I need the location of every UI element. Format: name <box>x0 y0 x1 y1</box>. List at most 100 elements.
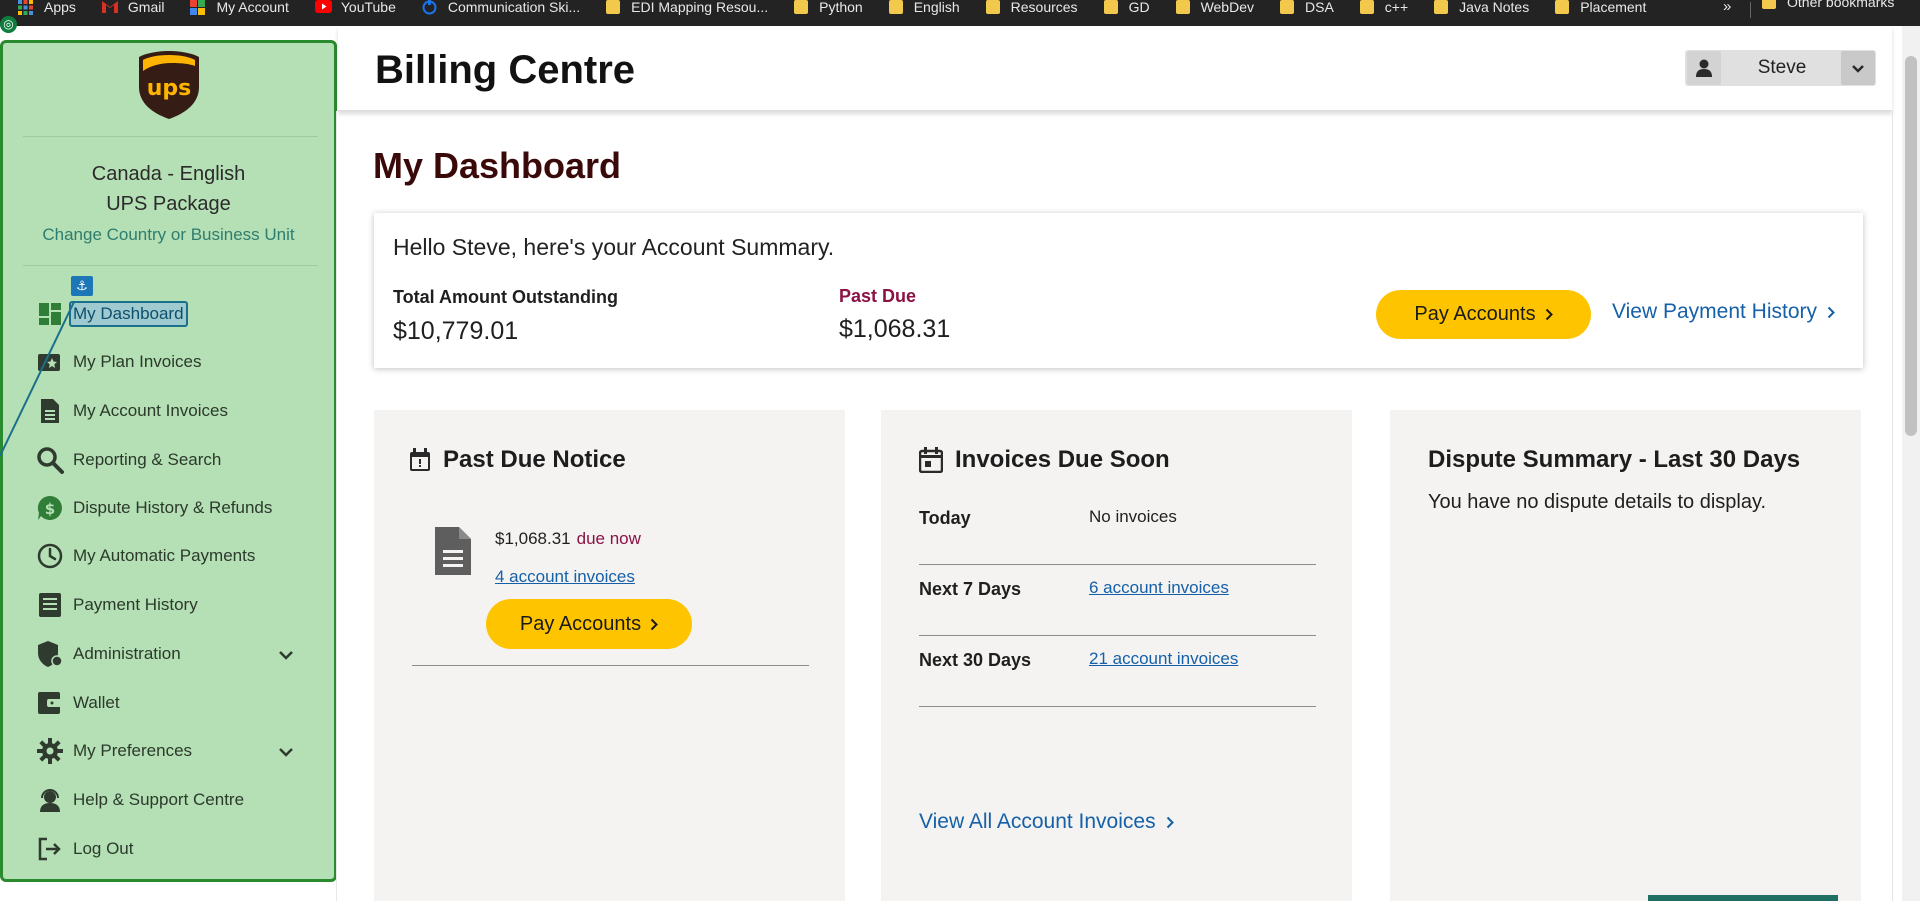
chevron-down-icon[interactable] <box>278 645 294 665</box>
bookmarks-divider <box>1750 2 1751 18</box>
due-period-invoices-link[interactable]: 21 account invoices <box>1089 649 1238 669</box>
bookmark-label: Gmail <box>127 0 165 15</box>
dashboard-title: My Dashboard <box>373 145 622 186</box>
wallet-icon <box>35 688 65 718</box>
pay-accounts-button[interactable]: Pay Accounts <box>486 599 692 649</box>
folder-icon <box>1555 0 1570 14</box>
bookmark-folder[interactable]: Placement <box>1555 0 1646 15</box>
dispute-summary-text: You have no dispute details to display. <box>1428 491 1767 513</box>
due-soon-row-today: Today No invoices <box>919 494 1316 565</box>
calendar-alert-icon <box>409 448 431 472</box>
bookmark-youtube[interactable]: YouTube <box>314 0 396 15</box>
gmail-icon <box>101 0 118 15</box>
svg-text:ups: ups <box>147 76 192 101</box>
bookmark-label: DSA <box>1305 0 1334 15</box>
ups-logo[interactable]: ups <box>136 49 202 121</box>
scrollbar-thumb[interactable] <box>1905 56 1917 436</box>
past-due-invoices-link[interactable]: 4 account invoices <box>495 567 635 587</box>
bookmark-folder[interactable]: Resources <box>985 0 1078 15</box>
headset-icon <box>35 785 65 815</box>
bookmark-label: WebDev <box>1200 0 1254 15</box>
chevron-down-icon[interactable] <box>1841 51 1875 85</box>
edu-icon <box>422 0 437 15</box>
chevron-down-icon[interactable] <box>278 742 294 762</box>
sidebar-item-my-preferences[interactable]: My Preferences <box>35 736 305 766</box>
dollar-chat-icon: $ <box>35 493 65 523</box>
due-period-invoices-link[interactable]: 6 account invoices <box>1089 578 1229 598</box>
sidebar-item-label: My Preferences <box>73 741 193 760</box>
bookmarks-overflow-button[interactable]: » <box>1723 0 1731 15</box>
locale-business-unit: UPS Package <box>106 193 231 215</box>
bookmark-folder[interactable]: DSA <box>1280 0 1334 15</box>
bookmark-gmail[interactable]: Gmail <box>101 0 165 15</box>
sidebar-divider <box>23 136 318 137</box>
bookmark-apps[interactable]: Apps <box>18 0 76 15</box>
due-period-label: Next 30 Days <box>919 650 1032 670</box>
bookmark-folder[interactable]: Python <box>794 0 863 15</box>
bookmark-communication[interactable]: Communication Ski... <box>422 0 580 15</box>
bookmark-label: EDI Mapping Resou... <box>631 0 769 15</box>
bookmark-label: Java Notes <box>1459 0 1530 15</box>
pay-accounts-button[interactable]: Pay Accounts <box>1376 290 1591 339</box>
sidebar-item-administration[interactable]: Administration <box>35 639 305 669</box>
bookmark-folder[interactable]: WebDev <box>1175 0 1254 15</box>
folder-icon <box>1359 0 1374 14</box>
sidebar-item-label: My Account Invoices <box>73 401 228 420</box>
past-due-label: Past Due <box>839 286 917 306</box>
google-icon <box>190 0 206 15</box>
folder-icon <box>1280 0 1294 14</box>
pay-accounts-label: Pay Accounts <box>519 612 642 635</box>
list-icon <box>35 590 65 620</box>
sidebar-item-automatic-payments[interactable]: My Automatic Payments <box>35 541 255 571</box>
sidebar-item-label: Payment History <box>73 595 198 614</box>
bookmark-folder[interactable]: GD <box>1103 0 1150 15</box>
bookmark-folder[interactable]: English <box>888 0 960 15</box>
bookmark-my-account[interactable]: My Account <box>190 0 289 15</box>
chevron-right-icon <box>650 618 659 631</box>
floating-action-edge[interactable] <box>1648 895 1838 901</box>
view-payment-history-label: View Payment History <box>1612 300 1818 323</box>
document-icon <box>434 526 472 581</box>
chevron-right-icon <box>1166 816 1174 829</box>
past-due-amount-value: $1,068.31 <box>495 529 571 548</box>
folder-icon <box>1175 0 1190 14</box>
due-period-label: Today <box>919 508 971 528</box>
sidebar-item-help-support[interactable]: Help & Support Centre <box>35 785 244 815</box>
folder-icon <box>1103 0 1118 14</box>
sidebar-item-label: My Automatic Payments <box>73 546 256 565</box>
due-soon-row-7-days: Next 7 Days 6 account invoices <box>919 565 1316 636</box>
chevron-right-icon <box>1827 306 1835 319</box>
shield-user-icon <box>35 639 65 669</box>
total-outstanding-value: $10,779.01 <box>393 317 519 345</box>
sidebar-item-label: Administration <box>73 644 181 663</box>
past-due-value: $1,068.31 <box>839 315 951 343</box>
page-scrollbar[interactable] <box>1902 26 1920 901</box>
user-menu[interactable]: Steve <box>1685 50 1876 86</box>
bookmarks-bar: Apps Gmail My Account YouTube Communicat… <box>0 0 1920 26</box>
sidebar-item-payment-history[interactable]: Payment History <box>35 590 198 620</box>
bookmark-folder[interactable]: Java Notes <box>1434 0 1529 15</box>
sidebar-item-log-out[interactable]: Log Out <box>35 834 134 864</box>
folder-icon <box>606 0 621 14</box>
user-name: Steve <box>1757 57 1807 78</box>
anchor-icon: ⚓ <box>71 276 93 296</box>
sidebar-item-label: My Plan Invoices <box>73 352 202 371</box>
gear-icon <box>35 736 65 766</box>
bookmark-label: Resources <box>1010 0 1078 15</box>
other-bookmarks-label: Other bookmarks <box>1787 0 1895 10</box>
bookmark-label: Apps <box>44 0 76 15</box>
view-all-invoices-link[interactable]: View All Account Invoices <box>919 810 1174 834</box>
other-bookmarks[interactable]: Other bookmarks <box>1762 0 1894 10</box>
due-now-text: due now <box>576 529 641 548</box>
view-payment-history-link[interactable]: View Payment History <box>1612 300 1835 324</box>
sidebar-item-label: Dispute History & Refunds <box>73 498 273 517</box>
pay-accounts-label: Pay Accounts <box>1414 303 1536 325</box>
bookmark-folder[interactable]: EDI Mapping Resou... <box>606 0 768 15</box>
bookmark-folder[interactable]: c++ <box>1359 0 1408 15</box>
folder-icon <box>1434 0 1449 14</box>
sidebar-item-label: Log Out <box>73 839 134 858</box>
past-due-notice-header: Past Due Notice <box>409 446 626 474</box>
sidebar-item-dispute-history[interactable]: $ Dispute History & Refunds <box>35 493 272 523</box>
change-country-link[interactable]: Change Country or Business Unit <box>3 225 334 245</box>
sidebar-item-wallet[interactable]: Wallet <box>35 688 120 718</box>
